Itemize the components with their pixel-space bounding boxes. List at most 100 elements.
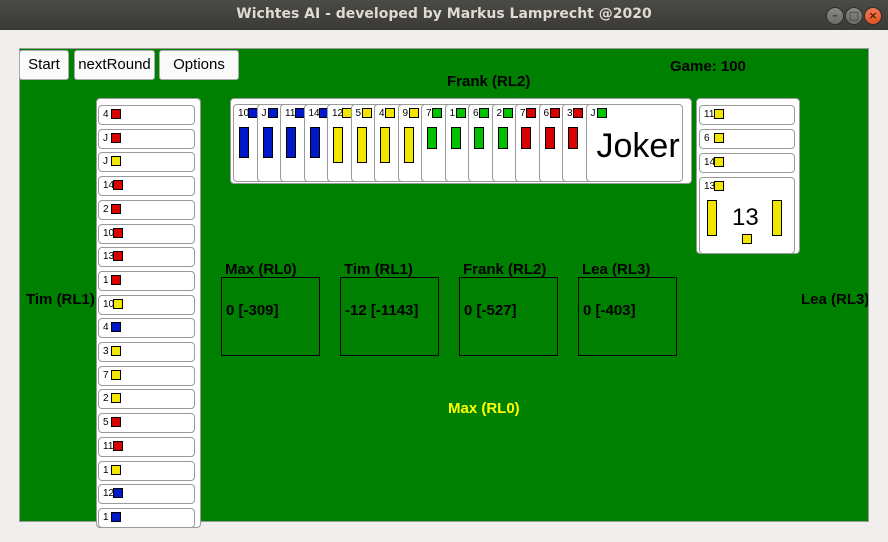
card-color-swatch — [714, 181, 724, 191]
card-rank: 1 — [103, 274, 109, 286]
card-color-swatch — [111, 511, 121, 522]
card-color-swatch — [113, 251, 123, 262]
card-color-swatch — [479, 108, 489, 118]
card-color-swatch — [502, 108, 513, 118]
score-player-name: Lea (RL3) — [582, 261, 651, 278]
card-color-swatch — [408, 108, 419, 118]
card-color-bar — [521, 127, 531, 149]
hand-card[interactable]: 14 — [98, 176, 195, 197]
card-rank: 7 — [426, 108, 432, 119]
opponent-card: 14 — [699, 153, 795, 173]
card-rank: 7 — [103, 369, 109, 381]
card-color-swatch — [111, 322, 121, 333]
score-value: -12 [-1143] — [345, 302, 419, 319]
card-color-swatch — [432, 108, 442, 118]
card-rank: 9 — [402, 108, 409, 119]
options-button[interactable]: Options — [159, 50, 239, 80]
card-color-bar — [568, 127, 578, 149]
card-center-label: 13 — [732, 204, 759, 231]
hand-card[interactable]: 7 — [98, 365, 195, 386]
hand-card[interactable]: 11 — [98, 436, 195, 457]
card-color-swatch — [111, 393, 121, 404]
card-color-swatch — [111, 203, 121, 214]
card-rank: 11 — [285, 108, 296, 119]
hand-card[interactable]: 1 — [98, 270, 195, 291]
card-color-bar — [707, 200, 717, 236]
start-button[interactable]: Start — [19, 50, 69, 80]
hand-card[interactable]: 1 — [98, 460, 195, 481]
close-icon[interactable]: × — [864, 7, 882, 25]
minimize-icon[interactable]: – — [826, 7, 844, 25]
hand-card[interactable]: 10 — [98, 294, 195, 315]
card-rank: 2 — [496, 108, 503, 119]
card-color-bar — [497, 127, 508, 149]
card-rank: 5 — [355, 108, 362, 119]
hand-card[interactable]: 4 — [98, 318, 195, 339]
card-color-swatch — [111, 132, 121, 143]
face-card: 13 13 — [699, 177, 795, 254]
card-color-bar — [356, 127, 367, 163]
card-color-swatch — [111, 346, 121, 356]
card-rank: 3 — [103, 346, 109, 357]
card-color-bar — [309, 127, 320, 158]
card-color-swatch — [526, 108, 536, 118]
card-color-swatch — [113, 488, 123, 499]
card-rank: 11 — [704, 109, 715, 120]
hand-card[interactable]: 13 — [98, 247, 195, 268]
card-rank: 11 — [103, 440, 114, 452]
hand-card[interactable]: 12 — [98, 484, 195, 505]
card-rank: J — [103, 156, 108, 168]
score-box: 0 [-403] — [578, 277, 677, 356]
card-color-swatch — [111, 156, 121, 167]
joker-card: J Joker — [585, 104, 683, 182]
player-label-bottom: Max (RL0) — [448, 400, 520, 417]
maximize-icon[interactable]: □ — [845, 7, 863, 25]
card-rank: 7 — [520, 108, 526, 119]
hand-card[interactable]: 2 — [98, 389, 195, 410]
title-bar: Wichtes AI - developed by Markus Lamprec… — [0, 0, 888, 30]
card-rank: 2 — [103, 393, 109, 405]
score-player-name: Tim (RL1) — [344, 261, 413, 278]
card-color-bar — [262, 127, 273, 158]
opponent-card: 6 — [699, 129, 795, 149]
card-color-bar — [380, 127, 390, 163]
card-color-swatch — [455, 108, 466, 118]
hand-card[interactable]: 4 — [98, 105, 195, 125]
card-rank: 4 — [379, 108, 385, 119]
card-color-swatch — [714, 157, 724, 167]
hand-card[interactable]: 5 — [98, 413, 195, 434]
card-color-swatch — [111, 109, 121, 119]
card-color-bar — [333, 127, 343, 163]
card-color-swatch — [113, 440, 123, 451]
window-title: Wichtes AI - developed by Markus Lamprec… — [236, 6, 652, 22]
card-rank: 1 — [449, 108, 456, 119]
card-color-swatch — [111, 464, 121, 475]
hand-card[interactable]: J — [98, 152, 195, 173]
card-rank: J — [590, 108, 596, 119]
hand-card[interactable]: J — [98, 128, 195, 149]
card-rank: 3 — [567, 108, 573, 119]
hand-card[interactable]: 10 — [98, 223, 195, 244]
card-rank: J — [103, 132, 108, 144]
score-box: -12 [-1143] — [340, 277, 439, 356]
card-color-bar — [286, 127, 296, 158]
card-color-bar — [474, 127, 484, 149]
hand-card[interactable]: 2 — [98, 199, 195, 220]
next-round-button[interactable]: nextRound — [74, 50, 155, 80]
score-box: 0 [-527] — [459, 277, 558, 356]
card-color-swatch — [111, 274, 121, 285]
score-box: 0 [-309] — [221, 277, 320, 356]
card-color-swatch — [267, 108, 278, 118]
card-color-swatch — [573, 108, 583, 118]
card-color-swatch — [111, 369, 121, 380]
card-color-swatch — [714, 109, 724, 119]
card-rank: 1 — [103, 464, 109, 476]
hand-card[interactable]: 1 — [98, 507, 195, 528]
card-color-swatch — [596, 108, 607, 118]
card-rank: 2 — [103, 203, 109, 215]
hand-card[interactable]: 3 — [98, 342, 195, 362]
card-color-bar — [742, 234, 752, 244]
opponent-card: 11 — [699, 105, 795, 125]
card-color-bar — [772, 200, 782, 236]
card-color-bar — [427, 127, 437, 149]
